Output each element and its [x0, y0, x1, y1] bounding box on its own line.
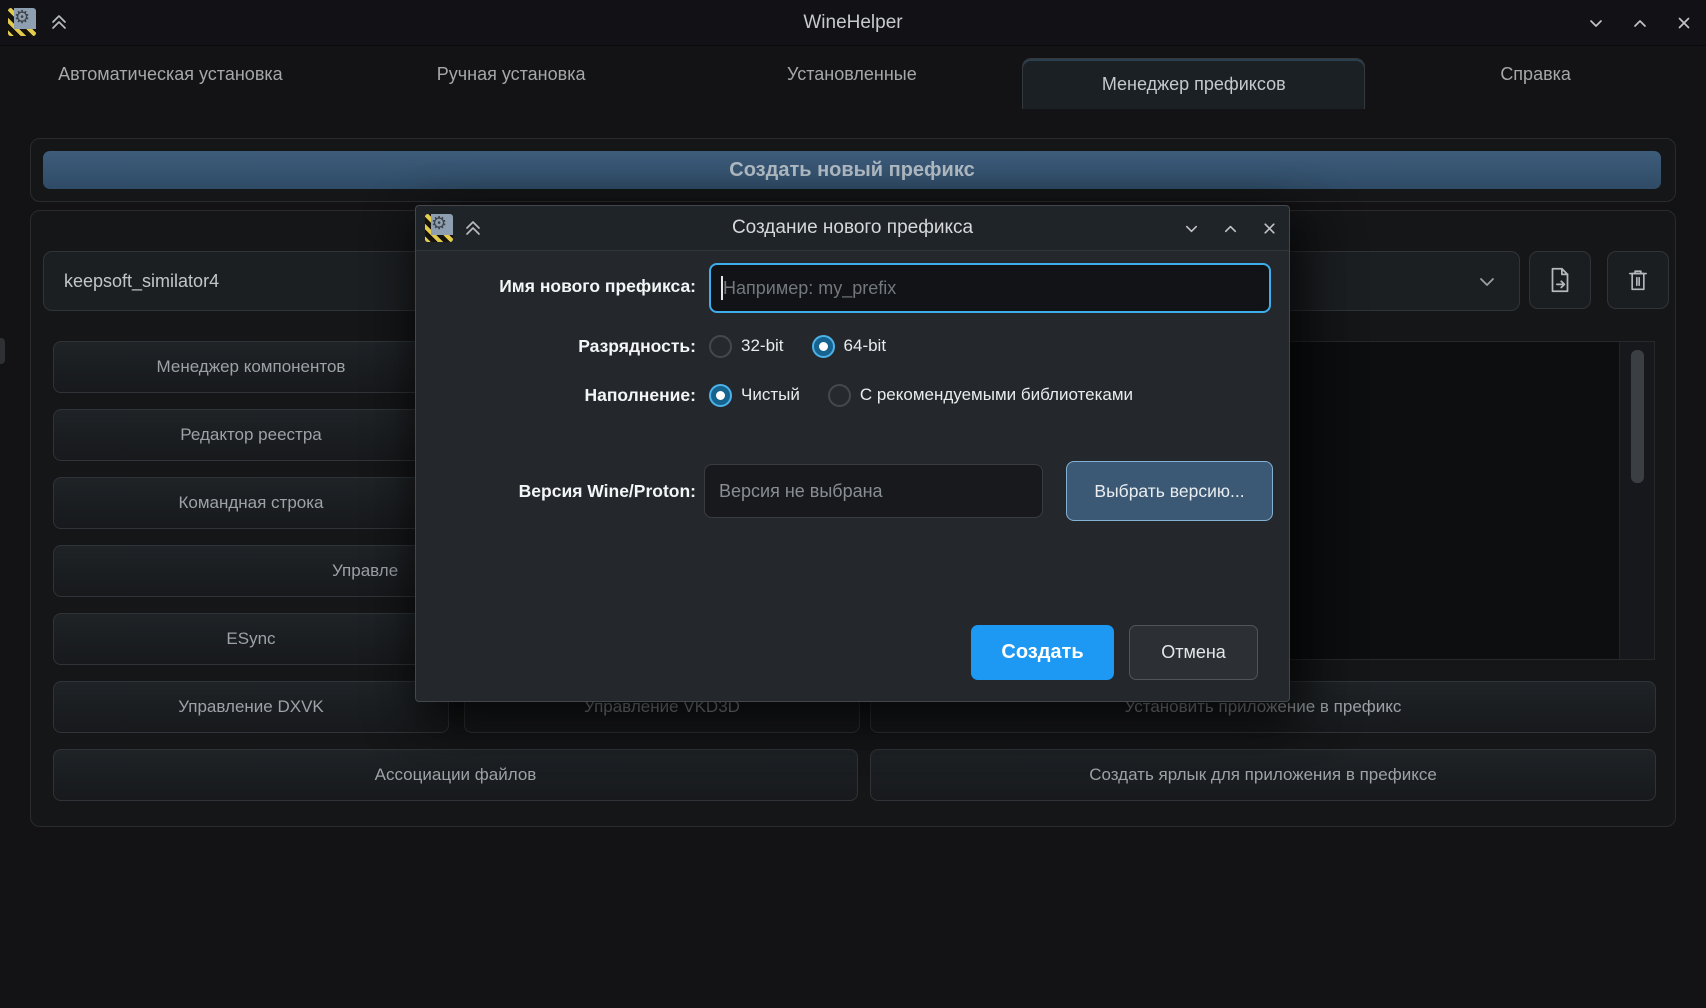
filling-label: Наполнение: — [426, 385, 696, 406]
create-prefix-panel: Создать новый префикс — [30, 138, 1676, 202]
radio-32bit[interactable] — [709, 335, 732, 358]
prefix-name-input-wrap — [709, 263, 1271, 313]
scrollbar-track — [1619, 342, 1654, 659]
tab-prefix-manager[interactable]: Менеджер префиксов — [1022, 58, 1365, 109]
filling-options: Чистый С рекомендуемыми библиотеками — [709, 377, 1161, 413]
text-caret — [721, 276, 723, 300]
wine-version-label: Версия Wine/Proton: — [426, 481, 696, 502]
screen-edge-handle — [0, 338, 5, 364]
dialog-titlebar: ⚙ Создание нового префикса — [416, 206, 1289, 251]
radio-32bit-label[interactable]: 32-bit — [741, 336, 784, 356]
choose-version-button[interactable]: Выбрать версию... — [1066, 461, 1273, 521]
delete-prefix-button[interactable] — [1607, 251, 1669, 309]
trash-icon — [1624, 266, 1652, 294]
chevron-down-icon — [1475, 269, 1499, 293]
dialog-minimize-chevron-down-icon[interactable] — [1182, 219, 1201, 238]
radio-recommended-label[interactable]: С рекомендуемыми библиотеками — [860, 385, 1133, 405]
create-button[interactable]: Создать — [971, 625, 1114, 680]
radio-64bit[interactable] — [812, 335, 835, 358]
window-title: WineHelper — [0, 0, 1706, 45]
dialog-title: Создание нового префикса — [416, 206, 1289, 250]
prefix-name-label: Имя нового префикса: — [426, 276, 696, 297]
window-titlebar: ⚙ WineHelper — [0, 0, 1706, 46]
tab-auto-install[interactable]: Автоматическая установка — [0, 45, 341, 103]
create-prefix-dialog: ⚙ Создание нового префикса Имя нового пр… — [415, 205, 1290, 702]
dialog-close-x-icon[interactable] — [1260, 219, 1279, 238]
tab-installed[interactable]: Установленные — [682, 45, 1023, 103]
bitness-label: Разрядность: — [426, 336, 696, 357]
tab-bar: Автоматическая установка Ручная установк… — [0, 45, 1706, 103]
tab-help[interactable]: Справка — [1365, 45, 1706, 103]
minimize-button-chevron-down-icon[interactable] — [1586, 13, 1606, 33]
create-shortcut-button[interactable]: Создать ярлык для приложения в префиксе — [870, 749, 1656, 801]
cancel-button[interactable]: Отмена — [1129, 625, 1258, 680]
radio-recommended[interactable] — [828, 384, 851, 407]
esync-button[interactable]: ESync — [53, 613, 449, 665]
command-line-button[interactable]: Командная строка — [53, 477, 449, 529]
radio-64bit-label[interactable]: 64-bit — [844, 336, 887, 356]
radio-clean-label[interactable]: Чистый — [741, 385, 800, 405]
registry-editor-button[interactable]: Редактор реестра — [53, 409, 449, 461]
component-manager-button[interactable]: Менеджер компонентов — [53, 341, 449, 393]
dxvk-button[interactable]: Управление DXVK — [53, 681, 449, 733]
wine-version-field[interactable] — [704, 464, 1043, 518]
maximize-button-chevron-up-icon[interactable] — [1630, 13, 1650, 33]
file-associations-button[interactable]: Ассоциации файлов — [53, 749, 858, 801]
dialog-maximize-chevron-up-icon[interactable] — [1221, 219, 1240, 238]
bitness-options: 32-bit 64-bit — [709, 328, 914, 364]
tab-manual-install[interactable]: Ручная установка — [341, 45, 682, 103]
close-button-x-icon[interactable] — [1674, 13, 1694, 33]
radio-clean[interactable] — [709, 384, 732, 407]
scrollbar-thumb[interactable] — [1631, 350, 1644, 483]
create-new-prefix-button[interactable]: Создать новый префикс — [43, 151, 1661, 189]
document-export-icon — [1545, 265, 1575, 295]
export-prefix-button[interactable] — [1529, 251, 1591, 309]
prefix-name-input[interactable] — [709, 263, 1271, 313]
